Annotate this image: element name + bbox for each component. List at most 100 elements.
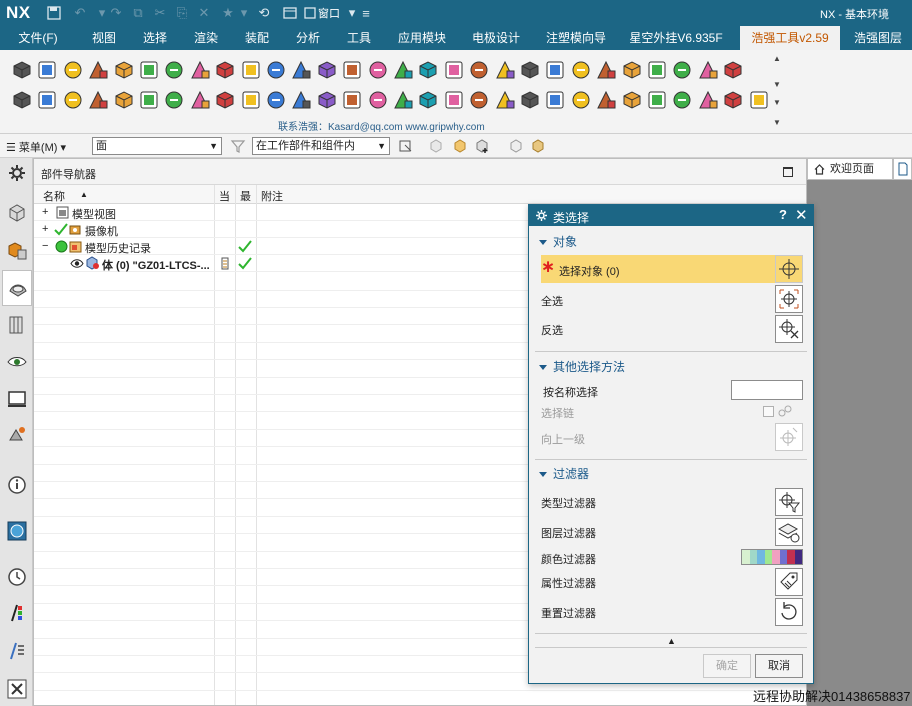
edit-tool-icon[interactable] [239,58,263,82]
menu-render[interactable]: 渲染 [188,26,224,50]
delete-icon[interactable]: ✕ [194,3,214,23]
menu-view[interactable]: 视图 [86,26,122,50]
solid-select-icon[interactable] [530,138,546,154]
point-tool-icon[interactable] [696,88,720,112]
extrude-tool-icon[interactable] [86,58,110,82]
part-navigator-tab[interactable] [2,270,32,306]
round-tool-icon[interactable] [543,88,567,112]
body-tool-icon[interactable] [442,88,466,112]
cube-tool-icon[interactable] [61,58,85,82]
menu-assembly[interactable]: 装配 [239,26,275,50]
electrode-tool-icon[interactable] [594,88,618,112]
ribbon-scroll-down-icon[interactable]: ▼ [773,80,781,89]
selection-scope-dropdown[interactable]: 在工作部件和组件内 ▼ [252,137,390,155]
color-tool-icon[interactable] [188,88,212,112]
history-icon[interactable] [6,424,28,446]
mesh-tool-icon[interactable] [112,88,136,112]
maximize-icon[interactable] [783,167,793,177]
mesh-tool-icon[interactable] [112,58,136,82]
box-tool-icon[interactable] [162,88,186,112]
expand-icon[interactable]: + [42,206,48,218]
cut-icon[interactable]: ✂ [150,3,170,23]
menu-xingkong[interactable]: 星空外挂V6.935F [626,26,726,50]
extrude-tool-icon[interactable] [86,88,110,112]
general-selection-icon[interactable] [398,138,414,154]
menu-analysis[interactable]: 分析 [290,26,326,50]
redo-icon[interactable]: ↷ [106,3,126,23]
save-icon[interactable] [44,3,64,23]
menu-file[interactable]: 文件(F) [10,26,66,50]
cylinder-tool-icon[interactable] [213,88,237,112]
part-tool-icon[interactable] [747,88,771,112]
round-tool-icon[interactable] [543,58,567,82]
globe-tool-icon[interactable] [721,88,745,112]
tools-icon[interactable] [6,678,28,700]
part-tool-icon[interactable] [10,88,34,112]
add-selection-icon[interactable] [474,138,490,154]
invert-selection-button[interactable] [775,315,803,343]
star-dropdown-icon[interactable]: ▾ [234,3,254,23]
dimension-tool-icon[interactable] [670,58,694,82]
list-tool-icon[interactable] [391,88,415,112]
prt-tool-icon[interactable] [366,88,390,112]
select-object-button[interactable] [775,255,803,283]
chain-tool-icon[interactable] [467,58,491,82]
other-methods-section-header[interactable]: 其他选择方法 [529,358,813,375]
sort-ascending-icon[interactable]: ▲ [80,190,88,199]
gauge-tool-icon[interactable] [137,88,161,112]
web-browser-icon[interactable] [6,388,28,410]
move-tool-icon[interactable] [493,88,517,112]
layer-tool-icon[interactable] [416,58,440,82]
file-tool-icon[interactable] [569,88,593,112]
collapse-icon[interactable]: − [42,240,48,252]
cube-tool-icon[interactable] [61,88,85,112]
select-body-icon[interactable] [428,138,444,154]
settings-icon[interactable] [6,162,28,184]
collapse-dialog-icon[interactable]: ▲ [667,636,676,646]
column-latest[interactable]: 最 [240,188,251,204]
ribbon-scroll-up-icon[interactable]: ▲ [773,54,781,63]
info-icon[interactable] [6,474,28,496]
object-section-header[interactable]: 对象 [529,233,813,250]
paste-icon[interactable]: ⎘ [172,3,192,23]
measure-icon[interactable] [6,640,28,662]
menu-mold-wizard[interactable]: 注塑模向导 [540,26,612,50]
color-tool-icon[interactable] [188,58,212,82]
switch-window-icon[interactable] [300,3,320,23]
select-feature-icon[interactable] [452,138,468,154]
reset-filter-button[interactable] [775,598,803,626]
type-filter-dropdown[interactable]: 面 ▼ [92,137,222,155]
align-tool-icon[interactable] [340,58,364,82]
list-tool-icon[interactable] [391,58,415,82]
close-icon[interactable]: ✕ [795,206,808,224]
block-tool-icon[interactable] [35,88,59,112]
arrow-tool-icon[interactable] [518,88,542,112]
window-menu[interactable]: 窗口 [318,5,340,21]
menu-application[interactable]: 应用模块 [392,26,452,50]
type-filter-button[interactable] [775,488,803,516]
point-tool-icon[interactable] [696,58,720,82]
up-level-button[interactable] [775,423,803,451]
chain-checkbox[interactable] [763,406,774,417]
box-tool-icon[interactable] [162,58,186,82]
filter-section-header[interactable]: 过滤器 [529,465,813,482]
arrow-tool-icon[interactable] [518,58,542,82]
body-tool-icon[interactable] [442,58,466,82]
layer-tool-icon[interactable] [416,88,440,112]
dialog-title-bar[interactable]: 类选择 ? ✕ [529,205,813,226]
edit-tool-icon[interactable] [239,88,263,112]
ribbon-more-icon[interactable]: ▼ [773,98,781,107]
graphics-area[interactable]: 欢迎页面 [807,158,912,706]
cylinder-tool-icon[interactable] [213,58,237,82]
prt-tool-icon[interactable] [366,58,390,82]
assembly-navigator-icon[interactable] [6,202,28,224]
frame-tool-icon[interactable] [645,58,669,82]
menu-button[interactable]: ☰ 菜单(M) ▾ [6,139,66,155]
measure-tool-icon[interactable] [620,58,644,82]
menu-tools[interactable]: 工具 [341,26,377,50]
gauge-tool-icon[interactable] [137,58,161,82]
layer-filter-button[interactable] [775,518,803,546]
tab-welcome-page[interactable]: 欢迎页面 [807,158,893,180]
globe-tool-icon[interactable] [721,58,745,82]
block-tool-icon[interactable] [35,58,59,82]
